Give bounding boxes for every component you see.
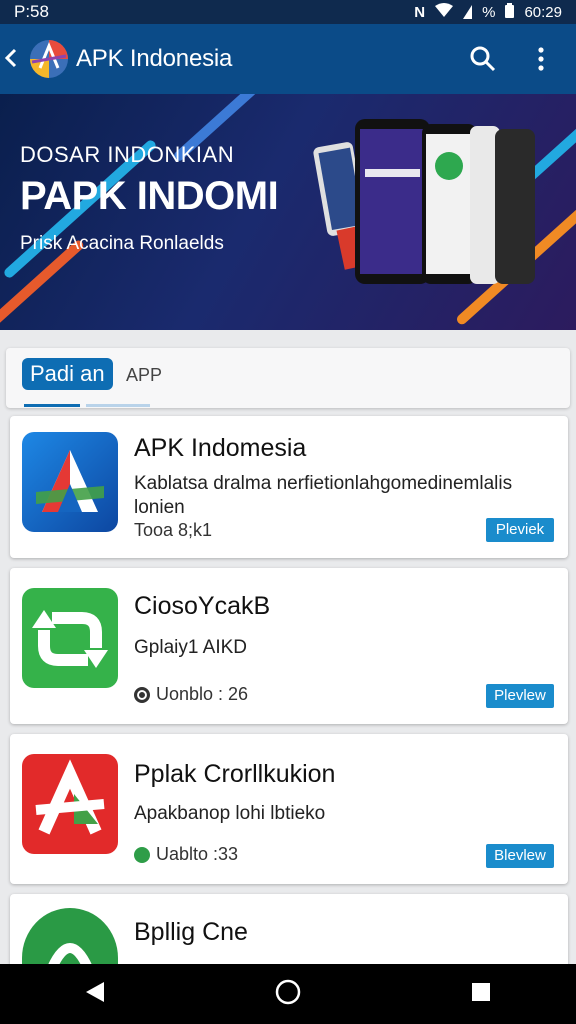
promo-banner[interactable]: DOSAR INDONKIAN PAPK INDOMI Prisk Acacin… [0,94,576,330]
app-meta: Tooa 8;k1 [134,520,212,541]
preview-button[interactable]: Blevlew [486,844,554,868]
app-title: APK Indomesia [134,434,307,462]
banner-subtitle: DOSAR INDONKIAN [20,142,235,167]
status-clock: 60:29 [524,3,562,21]
cell-signal-icon [463,5,473,19]
system-nav-bar [0,964,576,1024]
app-meta: Uablto :33 [134,844,238,865]
app-title: APK Indonesia [76,45,233,72]
home-nav-icon[interactable] [275,979,301,1010]
tab-indicator-secondary [86,404,150,407]
app-description: Kablatsa dralma nerfietionlahgomedinemla… [134,473,513,518]
search-icon[interactable] [468,44,498,74]
back-arrow-icon[interactable] [4,24,24,94]
status-time: P:58 [14,2,49,21]
app-logo-icon [28,38,70,80]
tab-bar: Padi an APP [6,348,570,408]
app-description: Gplaiy1 AIKD [134,637,247,658]
no-signal-icon: N [414,3,426,21]
download-icon [134,686,150,703]
banner-title: PAPK INDOMI [20,174,279,218]
tab-indicator [24,404,80,407]
banner-caption: Prisk Acacina Ronlaelds [20,233,224,254]
app-title: Bpllig Cne [134,918,248,946]
preview-button[interactable]: Plevlew [486,684,554,708]
app-meta: Uonblo : 26 [134,684,248,705]
app-description: Apakbanop lohi lbtieko [134,803,326,824]
tab-active[interactable]: Padi an [22,358,113,390]
app-icon [22,432,118,532]
back-nav-icon[interactable] [84,980,106,1009]
banner-text: DOSAR INDONKIAN PAPK INDOMI Prisk Acacin… [20,142,279,255]
status-icons: N % 60:29 [414,2,562,22]
status-bar: P:58 N % 60:29 [0,0,576,24]
battery-icon [505,2,515,22]
preview-button[interactable]: Pleviek [486,518,554,542]
app-meta-text: Uonblo : 26 [156,684,249,704]
tab-app[interactable]: APP [126,365,162,386]
more-options-icon[interactable] [526,44,556,74]
recents-nav-icon[interactable] [470,981,492,1008]
app-card[interactable]: Pplak Crorllkukion Apakbanop lohi lbtiek… [10,734,568,884]
app-title: Pplak Crorllkukion [134,760,336,788]
app-bar: APK Indonesia [0,24,576,94]
app-meta-text: Uablto :33 [156,844,239,864]
wifi-icon [435,3,454,21]
phones-illustration [313,119,535,284]
app-title: CiosoYcakB [134,592,271,620]
app-card[interactable]: APK Indomesia Kablatsa dralma nerfietion… [10,416,568,558]
app-icon [22,588,118,688]
battery-percent: % [482,3,496,21]
update-icon [134,846,150,863]
app-icon [22,754,118,854]
app-meta-text: Tooa 8;k1 [134,520,213,540]
app-card[interactable]: CiosoYcakB Gplaiy1 AIKD Uonblo : 26 Plev… [10,568,568,724]
